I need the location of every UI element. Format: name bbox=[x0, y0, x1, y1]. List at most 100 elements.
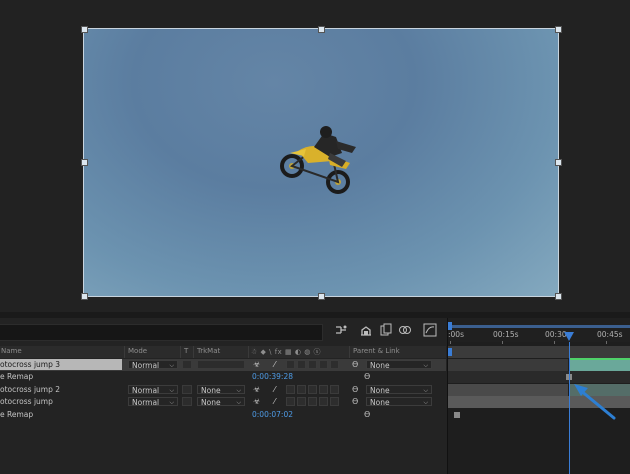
layer-row[interactable]: otocross jump Normal ⌵ None ⌵ ☣ ⁄ ϴ None… bbox=[0, 396, 446, 408]
blend-mode-dropdown[interactable]: Normal ⌵ bbox=[128, 385, 178, 395]
transform-handle-top-center[interactable] bbox=[318, 26, 325, 33]
time-remap-value[interactable]: 0:00:07:02 bbox=[252, 409, 293, 420]
layer-name[interactable]: otocross jump bbox=[0, 396, 122, 407]
transform-handle-top-right[interactable] bbox=[555, 26, 562, 33]
adjustment-switch[interactable] bbox=[319, 397, 328, 406]
frame-blend-switch[interactable] bbox=[297, 385, 306, 394]
transform-handle-top-left[interactable] bbox=[81, 26, 88, 33]
motion-blur-icon[interactable] bbox=[398, 323, 412, 337]
blend-mode-dropdown[interactable]: Normal ⌵ bbox=[128, 360, 178, 370]
column-trkmat[interactable]: TrkMat bbox=[197, 347, 220, 355]
time-remap-property-row[interactable]: e Remap 0:00:39:28 ϴ bbox=[0, 371, 446, 383]
shy-layer-icon[interactable]: ☣ bbox=[253, 359, 260, 370]
pick-whip-icon[interactable]: ϴ bbox=[352, 384, 358, 395]
column-t[interactable]: T bbox=[184, 347, 188, 355]
transform-handle-middle-left[interactable] bbox=[81, 159, 88, 166]
motion-blur-switch[interactable] bbox=[308, 397, 317, 406]
quality-switch-icon[interactable]: ⁄ bbox=[274, 384, 275, 395]
effect-switch[interactable] bbox=[286, 397, 295, 406]
3d-layer-switch[interactable] bbox=[330, 397, 339, 406]
3d-layer-switch[interactable] bbox=[330, 385, 339, 394]
in-point-marker[interactable] bbox=[448, 348, 452, 356]
transform-handle-bottom-center[interactable] bbox=[318, 293, 325, 300]
transform-handle-bottom-left[interactable] bbox=[81, 293, 88, 300]
time-remap-value[interactable]: 0:00:39:28 bbox=[252, 371, 293, 382]
parent-value: None bbox=[370, 398, 390, 407]
pick-whip-icon[interactable]: ϴ bbox=[352, 359, 358, 370]
parent-dropdown[interactable]: None ⌵ bbox=[366, 397, 432, 407]
time-graph[interactable]: :00s 00:15s 00:30s 00:45s bbox=[447, 318, 630, 474]
time-remap-track bbox=[448, 371, 630, 383]
trkmat-dropdown[interactable]: None ⌵ bbox=[197, 397, 245, 407]
column-mode[interactable]: Mode bbox=[128, 347, 147, 355]
graph-editor-icon[interactable] bbox=[423, 323, 437, 337]
blend-mode-value: Normal bbox=[132, 361, 160, 370]
composition-frame[interactable] bbox=[83, 28, 559, 297]
blend-mode-dropdown[interactable]: Normal ⌵ bbox=[128, 397, 178, 407]
chevron-down-icon: ⌵ bbox=[169, 387, 174, 394]
draft-3d-icon[interactable] bbox=[359, 323, 373, 337]
pick-whip-icon[interactable]: ϴ bbox=[364, 409, 370, 420]
layer-row[interactable]: otocross jump 2 Normal ⌵ None ⌵ ☣ ⁄ ϴ No… bbox=[0, 384, 446, 396]
frame-blend-switch[interactable] bbox=[297, 360, 306, 369]
column-separator bbox=[248, 346, 249, 358]
motion-blur-switch[interactable] bbox=[308, 360, 317, 369]
motion-blur-switch[interactable] bbox=[308, 385, 317, 394]
layer-bar-jump[interactable] bbox=[448, 396, 630, 408]
keyframe[interactable] bbox=[454, 412, 460, 418]
3d-layer-switch[interactable] bbox=[330, 360, 339, 369]
comp-flowchart-icon[interactable] bbox=[334, 323, 348, 337]
quality-switch-icon[interactable]: ⁄ bbox=[274, 359, 275, 370]
current-time-indicator-head[interactable] bbox=[564, 332, 574, 341]
parent-value: None bbox=[370, 386, 390, 395]
transform-handle-middle-right[interactable] bbox=[555, 159, 562, 166]
effect-switch[interactable] bbox=[286, 385, 295, 394]
pick-whip-icon[interactable]: ϴ bbox=[352, 396, 358, 407]
time-remap-property-row[interactable]: e Remap 0:00:07:02 ϴ bbox=[0, 409, 446, 421]
timeline-panel: Name Mode T TrkMat ☃ ◆ \ fx ▦ ◐ ◍ ⓢ Pare… bbox=[0, 318, 630, 474]
pick-whip-icon[interactable]: ϴ bbox=[364, 371, 370, 382]
layer-bar-jump-3-active[interactable] bbox=[569, 359, 630, 371]
shy-layer-icon[interactable]: ☣ bbox=[253, 384, 260, 395]
preserve-transparency-checkbox[interactable] bbox=[182, 385, 192, 394]
preserve-transparency-checkbox[interactable] bbox=[182, 360, 192, 369]
composition-viewer[interactable] bbox=[0, 0, 630, 312]
chevron-down-icon: ⌵ bbox=[169, 362, 174, 369]
chevron-down-icon: ⌵ bbox=[423, 362, 428, 369]
column-name[interactable]: Name bbox=[1, 347, 22, 355]
current-time-indicator-line[interactable] bbox=[569, 342, 570, 474]
work-area-start-handle[interactable] bbox=[448, 322, 452, 330]
column-separator bbox=[349, 346, 350, 358]
layer-bar-jump-2-active[interactable] bbox=[569, 384, 630, 396]
adjustment-switch[interactable] bbox=[319, 385, 328, 394]
frame-blend-switch[interactable] bbox=[297, 397, 306, 406]
transform-handle-bottom-right[interactable] bbox=[555, 293, 562, 300]
layer-search-input[interactable] bbox=[0, 324, 323, 341]
parent-dropdown[interactable]: None ⌵ bbox=[366, 385, 432, 395]
blend-mode-value: Normal bbox=[132, 386, 160, 395]
trkmat-dropdown[interactable]: None ⌵ bbox=[197, 385, 245, 395]
preserve-transparency-checkbox[interactable] bbox=[182, 397, 192, 406]
layer-row[interactable]: otocross jump 3 Normal ⌵ ☣ ⁄ ϴ None ⌵ bbox=[0, 359, 446, 371]
frame-blending-icon[interactable] bbox=[379, 323, 393, 337]
column-separator bbox=[124, 346, 125, 358]
column-switches[interactable]: ☃ ◆ \ fx ▦ ◐ ◍ ⓢ bbox=[251, 347, 321, 357]
quality-switch-icon[interactable]: ⁄ bbox=[274, 396, 275, 407]
time-ruler[interactable]: :00s 00:15s 00:30s 00:45s bbox=[448, 318, 630, 344]
chevron-down-icon: ⌵ bbox=[423, 399, 428, 406]
shy-layer-icon[interactable]: ☣ bbox=[253, 396, 260, 407]
work-area-bar[interactable] bbox=[450, 325, 630, 328]
layer-name[interactable]: otocross jump 2 bbox=[0, 384, 122, 395]
property-name: e Remap bbox=[0, 410, 34, 419]
ruler-tick bbox=[502, 341, 503, 344]
chevron-down-icon: ⌵ bbox=[423, 387, 428, 394]
layer-bar-jump-2[interactable] bbox=[448, 384, 568, 396]
column-parent[interactable]: Parent & Link bbox=[353, 347, 400, 355]
layer-bar-header bbox=[448, 346, 630, 358]
trkmat-value: None bbox=[201, 398, 221, 407]
layer-bar-jump-3[interactable] bbox=[448, 359, 568, 371]
effect-switch[interactable] bbox=[286, 360, 295, 369]
adjustment-switch[interactable] bbox=[319, 360, 328, 369]
layer-name[interactable]: otocross jump 3 bbox=[0, 359, 122, 370]
parent-dropdown[interactable]: None ⌵ bbox=[366, 360, 432, 370]
